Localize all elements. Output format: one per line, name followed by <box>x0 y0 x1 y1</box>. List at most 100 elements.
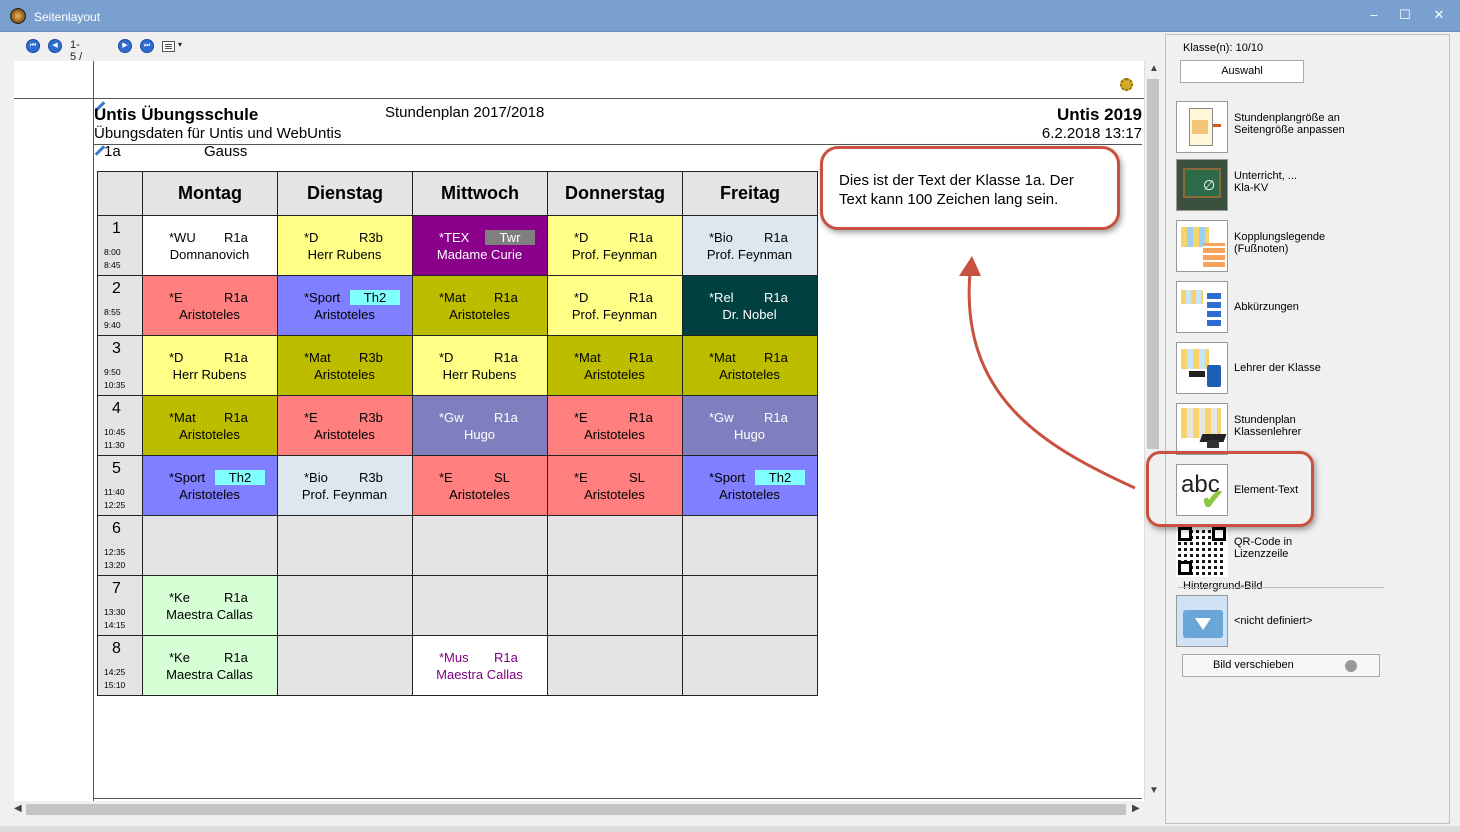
lesson-cell[interactable]: *Rel R1a Dr. Nobel <box>682 275 818 336</box>
lesson-subject: *D <box>439 350 454 365</box>
scroll-left-icon[interactable]: ◀ <box>14 803 22 814</box>
lesson-cell[interactable] <box>547 515 683 576</box>
title-bar: Seitenlayout – ☐ ✕ <box>0 0 1460 32</box>
lesson-teacher: Aristoteles <box>719 367 780 382</box>
lesson-cell[interactable]: *Gw R1a Hugo <box>682 395 818 456</box>
maximize-button[interactable]: ☐ <box>1391 4 1419 26</box>
panel-item-background[interactable]: <nicht definiert> <box>1176 595 1446 649</box>
previous-page-icon[interactable]: ◀ <box>48 39 62 53</box>
lesson-cell[interactable] <box>277 515 413 576</box>
lesson-cell[interactable] <box>277 575 413 636</box>
bild-verschieben-button[interactable]: Bild verschieben <box>1182 654 1380 677</box>
lesson-cell[interactable]: *E R3b Aristoteles <box>277 395 413 456</box>
lesson-subject: *Ke <box>169 650 190 665</box>
scroll-thumb[interactable] <box>26 804 1126 815</box>
lesson-cell[interactable]: *Ke R1a Maestra Callas <box>142 575 278 636</box>
lesson-cell[interactable] <box>682 575 818 636</box>
lesson-cell[interactable] <box>412 575 548 636</box>
lesson-subject: *Rel <box>709 290 734 305</box>
lesson-cell[interactable]: *Bio R3b Prof. Feynman <box>277 455 413 516</box>
lesson-cell[interactable]: *Gw R1a Hugo <box>412 395 548 456</box>
lesson-cell[interactable]: *D R1a Prof. Feynman <box>547 215 683 276</box>
last-page-icon[interactable]: ⏭ <box>140 39 154 53</box>
panel-item-qr[interactable]: QR-Code in Lizenzzeile <box>1176 525 1446 579</box>
next-page-icon[interactable]: ▶ <box>118 39 132 53</box>
lesson-room: R1a <box>224 590 248 605</box>
lesson-cell[interactable]: *Bio R1a Prof. Feynman <box>682 215 818 276</box>
status-bar <box>0 826 1460 832</box>
lesson-cell[interactable]: *Mat R1a Aristoteles <box>142 395 278 456</box>
vertical-scrollbar[interactable]: ▲ ▼ <box>1144 61 1161 801</box>
scroll-down-icon[interactable]: ▼ <box>1149 785 1159 796</box>
lesson-cell[interactable]: *Mat R1a Aristoteles <box>412 275 548 336</box>
gear-icon[interactable] <box>1120 78 1133 91</box>
lesson-room: R1a <box>629 350 653 365</box>
lesson-teacher: Domnanovich <box>169 247 250 262</box>
period-cell: 7 13:30 14:15 <box>97 575 143 636</box>
chevron-down-icon[interactable]: ▾ <box>178 40 182 49</box>
class-name: 1a <box>104 143 121 160</box>
scroll-up-icon[interactable]: ▲ <box>1149 63 1159 74</box>
header-divider <box>94 144 1142 145</box>
lesson-cell[interactable] <box>412 515 548 576</box>
lesson-room: R1a <box>494 410 518 425</box>
class-count: Klasse(n): 10/10 <box>1183 42 1264 54</box>
panel-item-page-fit[interactable]: Stundenplangröße an Seitengröße anpassen <box>1176 101 1446 155</box>
horizontal-scrollbar[interactable]: ◀ ▶ <box>14 801 1144 818</box>
lesson-cell[interactable]: *Sport Th2 Aristoteles <box>142 455 278 516</box>
lesson-cell[interactable] <box>547 575 683 636</box>
scroll-thumb[interactable] <box>1147 79 1159 449</box>
lesson-cell[interactable]: *E R1a Aristoteles <box>547 395 683 456</box>
lesson-cell[interactable]: *TEX Twr Madame Curie <box>412 215 548 276</box>
app-icon <box>10 8 26 24</box>
lesson-cell[interactable] <box>682 635 818 696</box>
lesson-cell[interactable]: *E SL Aristoteles <box>412 455 548 516</box>
first-page-icon[interactable]: ⏮ <box>26 39 40 53</box>
scroll-right-icon[interactable]: ▶ <box>1132 803 1140 814</box>
lesson-teacher: Aristoteles <box>584 487 645 502</box>
panel-item-lehrer[interactable]: Lehrer der Klasse <box>1176 342 1446 396</box>
page-fit-icon <box>1176 101 1228 153</box>
lesson-cell[interactable]: *E SL Aristoteles <box>547 455 683 516</box>
lesson-cell[interactable] <box>142 515 278 576</box>
lesson-cell[interactable]: *Ke R1a Maestra Callas <box>142 635 278 696</box>
period-number: 7 <box>112 580 121 597</box>
lesson-cell[interactable]: *D R1a Herr Rubens <box>412 335 548 396</box>
lesson-cell[interactable]: *Mat R1a Aristoteles <box>547 335 683 396</box>
lesson-subject: *Sport <box>709 470 746 485</box>
lesson-cell[interactable]: *Mus R1a Maestra Callas <box>412 635 548 696</box>
lesson-cell[interactable]: *D R1a Herr Rubens <box>142 335 278 396</box>
lesson-teacher: Aristoteles <box>314 367 375 382</box>
panel-item-kopplung[interactable]: Kopplungslegende (Fußnoten) <box>1176 220 1446 274</box>
lesson-cell[interactable] <box>682 515 818 576</box>
lesson-cell[interactable]: *D R1a Prof. Feynman <box>547 275 683 336</box>
timetable-row: 7 13:30 14:15 *Ke R1a Maestra Callas <box>97 575 818 636</box>
timetable-row: 4 10:45 11:30 *Mat R1a Aristoteles *E R3b Aristo… <box>97 395 818 456</box>
lesson-teacher: Dr. Nobel <box>722 307 777 322</box>
lesson-cell[interactable] <box>277 635 413 696</box>
lesson-subject: *Mat <box>574 350 601 365</box>
panel-item-stundenplan-kl[interactable]: Stundenplan Klassenlehrer <box>1176 403 1446 457</box>
lesson-cell[interactable]: *Mat R3b Aristoteles <box>277 335 413 396</box>
close-button[interactable]: ✕ <box>1425 4 1453 26</box>
page-options-icon[interactable] <box>162 41 175 52</box>
lesson-subject: *E <box>574 410 588 425</box>
lesson-cell[interactable]: *Sport Th2 Aristoteles <box>277 275 413 336</box>
auswahl-button[interactable]: Auswahl <box>1180 60 1304 83</box>
lesson-subject: *Sport <box>304 290 341 305</box>
lesson-cell[interactable]: *Sport Th2 Aristoteles <box>682 455 818 516</box>
lesson-teacher: Hugo <box>463 427 496 442</box>
lesson-room: R1a <box>494 650 518 665</box>
bild-verschieben-label: Bild verschieben <box>1213 659 1294 671</box>
lesson-cell[interactable]: *D R3b Herr Rubens <box>277 215 413 276</box>
lesson-teacher: Aristoteles <box>449 307 510 322</box>
lesson-cell[interactable] <box>547 635 683 696</box>
panel-item-abkuerzungen[interactable]: Abkürzungen <box>1176 281 1446 335</box>
clear-icon[interactable] <box>1345 660 1357 672</box>
panel-item-unterricht[interactable]: ∅ Unterricht, ... Kla-KV <box>1176 159 1446 213</box>
lesson-cell[interactable]: *WU R1a Domnanovich <box>142 215 278 276</box>
minimize-button[interactable]: – <box>1360 4 1388 26</box>
lesson-cell[interactable]: *E R1a Aristoteles <box>142 275 278 336</box>
period-time: 12:35 13:20 <box>104 547 126 570</box>
lesson-cell[interactable]: *Mat R1a Aristoteles <box>682 335 818 396</box>
